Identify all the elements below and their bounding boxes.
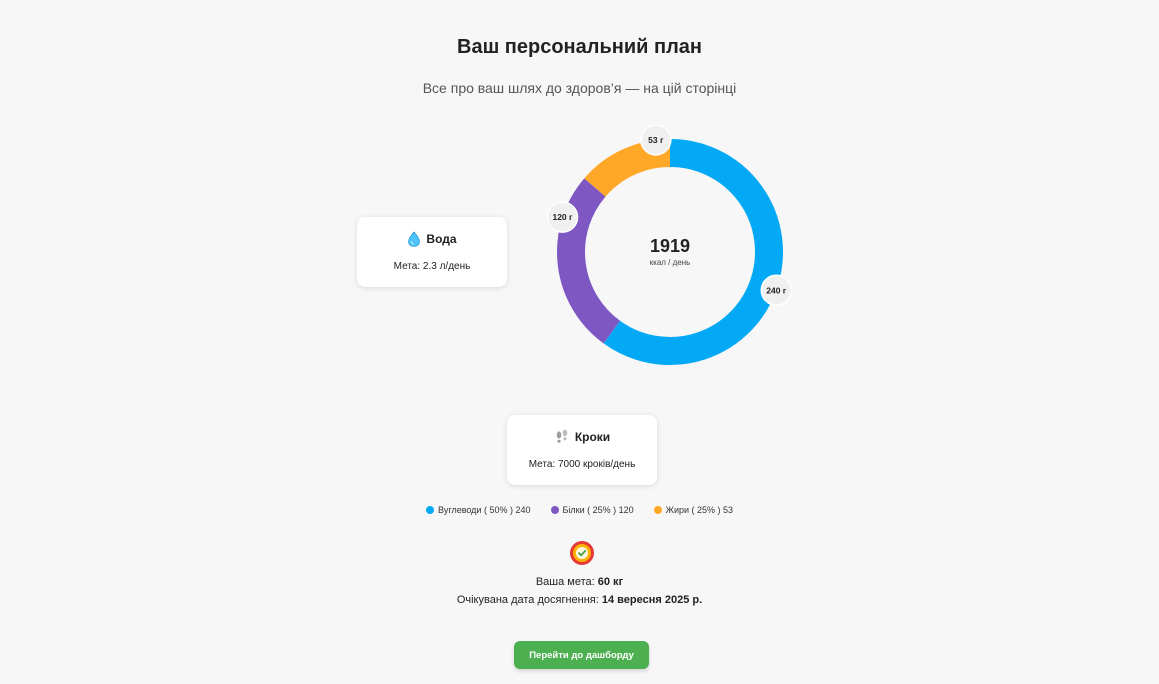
donut-label-carbs: 240 г xyxy=(760,274,793,307)
goal-weight-line: Ваша мета: 60 кг xyxy=(0,576,1159,588)
water-card-meta: Мета: 2.3 л/день xyxy=(393,261,471,272)
donut-slice-protein xyxy=(557,178,621,344)
calories-value: 1919 xyxy=(649,236,691,256)
page-title: Ваш персональний план xyxy=(457,36,702,58)
goal-weight-value: 60 кг xyxy=(597,576,624,588)
legend-label-carbs: Вуглеводи ( 50% ) 240 xyxy=(437,505,531,515)
calories-unit: ккал / день xyxy=(649,258,691,267)
footprints-icon xyxy=(556,429,568,443)
legend-label-protein: Білки ( 25% ) 120 xyxy=(562,505,634,515)
steps-card-title: Кроки xyxy=(574,430,611,444)
donut-label-fats: 53 г xyxy=(640,125,672,156)
donut-label-text-carbs: 240 г xyxy=(766,285,787,295)
water-card-title: Вода xyxy=(426,232,457,246)
legend-dot-protein xyxy=(550,506,559,514)
goal-date-value: 14 вересня 2025 р. xyxy=(601,594,703,606)
donut-label-text-fats: 53 г xyxy=(648,135,664,145)
legend-dot-carbs xyxy=(425,506,434,514)
chart-legend: Вуглеводи ( 50% ) 240 Білки ( 25% ) 120 … xyxy=(0,505,1159,515)
steps-card-meta: Мета: 7000 кроків/день xyxy=(528,459,636,470)
target-check-icon xyxy=(570,541,594,565)
legend-item-protein: Білки ( 25% ) 120 xyxy=(550,505,634,515)
donut-label-text-protein: 120 г xyxy=(552,212,573,222)
water-drop-icon xyxy=(408,231,421,247)
steps-card: Кроки Мета: 7000 кроків/день xyxy=(507,415,657,485)
legend-item-carbs: Вуглеводи ( 50% ) 240 xyxy=(425,505,531,515)
goal-weight-label: Ваша мета: xyxy=(535,576,595,588)
goal-date-line: Очікувана дата досягнення: 14 вересня 20… xyxy=(0,594,1159,606)
legend-dot-fats xyxy=(653,506,662,514)
go-to-dashboard-button[interactable]: Перейти до дашборду xyxy=(514,641,649,669)
page-subtitle: Все про ваш шлях до здоров’я — на цій ст… xyxy=(422,80,737,96)
goal-date-label: Очікувана дата досягнення: xyxy=(456,594,599,606)
water-card: Вода Мета: 2.3 л/день xyxy=(357,217,507,287)
legend-label-fats: Жири ( 25% ) 53 xyxy=(665,505,734,515)
legend-item-fats: Жири ( 25% ) 53 xyxy=(653,505,734,515)
donut-label-protein: 120 г xyxy=(546,201,579,233)
donut-slice-fats xyxy=(584,139,671,197)
